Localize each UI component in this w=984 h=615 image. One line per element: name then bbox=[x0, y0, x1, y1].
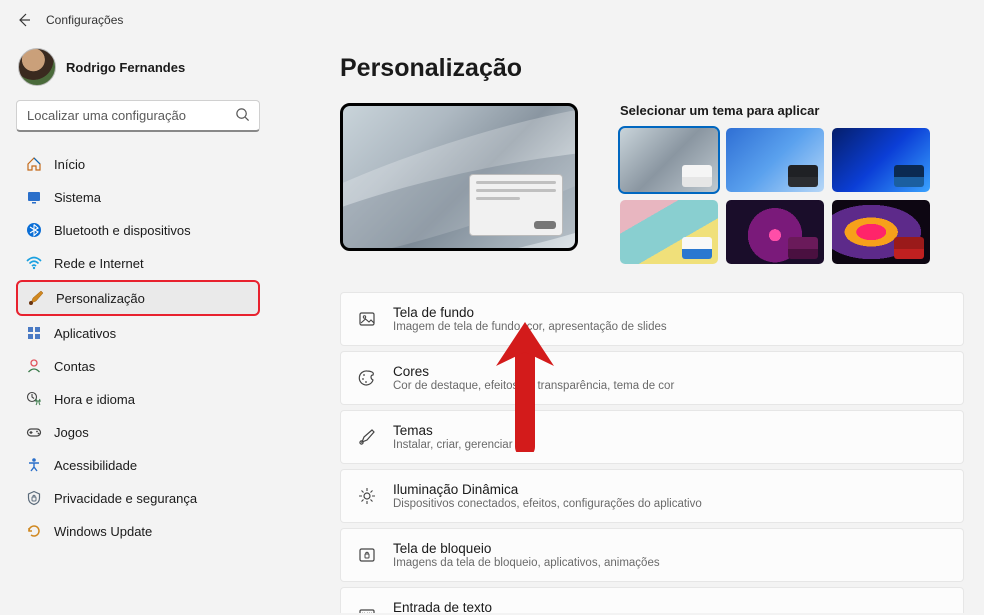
theme-thumb-5[interactable] bbox=[726, 200, 824, 264]
sidebar-item-label: Início bbox=[54, 157, 85, 172]
back-button[interactable] bbox=[16, 12, 32, 28]
header: Configurações bbox=[0, 0, 984, 36]
user-name: Rodrigo Fernandes bbox=[66, 60, 185, 75]
setting-text: Tela de bloqueio Imagens da tela de bloq… bbox=[393, 541, 947, 569]
preview-window bbox=[469, 174, 563, 236]
sidebar-item-acessibilidade[interactable]: Acessibilidade bbox=[16, 449, 260, 481]
setting-desc: Imagem de tela de fundo, cor, apresentaç… bbox=[393, 321, 947, 333]
theme-thumb-2[interactable] bbox=[726, 128, 824, 192]
setting-text: Temas Instalar, criar, gerenciar bbox=[393, 423, 947, 451]
desktop-preview bbox=[340, 103, 578, 251]
sparkle-icon bbox=[357, 486, 377, 506]
sidebar-item-bluetooth[interactable]: Bluetooth e dispositivos bbox=[16, 214, 260, 246]
setting-title: Tela de fundo bbox=[393, 305, 947, 320]
setting-title: Tela de bloqueio bbox=[393, 541, 947, 556]
page-title: Personalização bbox=[340, 54, 964, 83]
setting-row-temas[interactable]: Temas Instalar, criar, gerenciar bbox=[340, 410, 964, 464]
time-lang-icon bbox=[26, 391, 42, 407]
sidebar-item-update[interactable]: Windows Update bbox=[16, 515, 260, 547]
setting-text: Iluminação Dinâmica Dispositivos conecta… bbox=[393, 482, 947, 510]
bluetooth-icon bbox=[26, 222, 42, 238]
setting-desc: Instalar, criar, gerenciar bbox=[393, 439, 947, 451]
privacy-icon bbox=[26, 490, 42, 506]
hero-row: Selecionar um tema para aplicar bbox=[340, 103, 964, 264]
accessibility-icon bbox=[26, 457, 42, 473]
sidebar: Rodrigo Fernandes Início Sistema Bluetoo… bbox=[0, 36, 270, 613]
update-icon bbox=[26, 523, 42, 539]
theme-thumb-6[interactable] bbox=[832, 200, 930, 264]
setting-text: Cores Cor de destaque, efeitos de transp… bbox=[393, 364, 947, 392]
setting-title: Iluminação Dinâmica bbox=[393, 482, 947, 497]
sidebar-item-contas[interactable]: Contas bbox=[16, 350, 260, 382]
sidebar-item-label: Hora e idioma bbox=[54, 392, 135, 407]
settings-list: Tela de fundo Imagem de tela de fundo, c… bbox=[340, 292, 964, 613]
search-input[interactable] bbox=[16, 100, 260, 132]
main: Personalização Selecionar um tema para a… bbox=[270, 36, 984, 613]
sidebar-item-privacidade[interactable]: Privacidade e segurança bbox=[16, 482, 260, 514]
theme-thumb-3[interactable] bbox=[832, 128, 930, 192]
sidebar-item-hora-idioma[interactable]: Hora e idioma bbox=[16, 383, 260, 415]
search-wrap bbox=[16, 100, 260, 132]
arrow-left-icon bbox=[16, 12, 32, 28]
sidebar-item-sistema[interactable]: Sistema bbox=[16, 181, 260, 213]
sidebar-item-label: Rede e Internet bbox=[54, 256, 144, 271]
brush-icon bbox=[28, 290, 44, 306]
home-icon bbox=[26, 156, 42, 172]
setting-row-tela-de-fundo[interactable]: Tela de fundo Imagem de tela de fundo, c… bbox=[340, 292, 964, 346]
sidebar-item-label: Jogos bbox=[54, 425, 89, 440]
setting-row-entrada-texto[interactable]: Entrada de texto Teclado virtual, digita… bbox=[340, 587, 964, 613]
apps-icon bbox=[26, 325, 42, 341]
sidebar-item-personalizacao[interactable]: Personalização bbox=[16, 280, 260, 316]
setting-row-tela-bloqueio[interactable]: Tela de bloqueio Imagens da tela de bloq… bbox=[340, 528, 964, 582]
keyboard-icon bbox=[357, 604, 377, 613]
search-icon bbox=[235, 107, 250, 122]
setting-desc: Dispositivos conectados, efeitos, config… bbox=[393, 498, 947, 510]
sidebar-item-label: Contas bbox=[54, 359, 95, 374]
gaming-icon bbox=[26, 424, 42, 440]
theme-thumb-4[interactable] bbox=[620, 200, 718, 264]
sidebar-item-inicio[interactable]: Início bbox=[16, 148, 260, 180]
sidebar-item-label: Aplicativos bbox=[54, 326, 116, 341]
setting-text: Tela de fundo Imagem de tela de fundo, c… bbox=[393, 305, 947, 333]
sidebar-item-label: Privacidade e segurança bbox=[54, 491, 197, 506]
wifi-icon bbox=[26, 255, 42, 271]
lockscreen-icon bbox=[357, 545, 377, 565]
image-icon bbox=[357, 309, 377, 329]
setting-desc: Cor de destaque, efeitos de transparênci… bbox=[393, 380, 947, 392]
theme-thumb-1[interactable] bbox=[620, 128, 718, 192]
avatar bbox=[18, 48, 56, 86]
sidebar-item-label: Personalização bbox=[56, 291, 145, 306]
setting-row-iluminacao[interactable]: Iluminação Dinâmica Dispositivos conecta… bbox=[340, 469, 964, 523]
setting-desc: Imagens da tela de bloqueio, aplicativos… bbox=[393, 557, 947, 569]
sidebar-item-aplicativos[interactable]: Aplicativos bbox=[16, 317, 260, 349]
sidebar-item-label: Windows Update bbox=[54, 524, 152, 539]
user-block[interactable]: Rodrigo Fernandes bbox=[16, 44, 260, 100]
themes-col: Selecionar um tema para aplicar bbox=[620, 103, 930, 264]
system-icon bbox=[26, 189, 42, 205]
sidebar-item-label: Sistema bbox=[54, 190, 101, 205]
setting-title: Temas bbox=[393, 423, 947, 438]
setting-title: Entrada de texto bbox=[393, 600, 947, 613]
sidebar-item-label: Acessibilidade bbox=[54, 458, 137, 473]
account-icon bbox=[26, 358, 42, 374]
sidebar-item-rede[interactable]: Rede e Internet bbox=[16, 247, 260, 279]
sidebar-item-label: Bluetooth e dispositivos bbox=[54, 223, 191, 238]
setting-text: Entrada de texto Teclado virtual, digita… bbox=[393, 600, 947, 613]
brush2-icon bbox=[357, 427, 377, 447]
palette-icon bbox=[357, 368, 377, 388]
setting-title: Cores bbox=[393, 364, 947, 379]
header-title: Configurações bbox=[46, 13, 123, 27]
themes-label: Selecionar um tema para aplicar bbox=[620, 103, 930, 118]
themes-grid bbox=[620, 128, 930, 264]
sidebar-item-jogos[interactable]: Jogos bbox=[16, 416, 260, 448]
setting-row-cores[interactable]: Cores Cor de destaque, efeitos de transp… bbox=[340, 351, 964, 405]
nav: Início Sistema Bluetooth e dispositivos … bbox=[16, 148, 260, 547]
